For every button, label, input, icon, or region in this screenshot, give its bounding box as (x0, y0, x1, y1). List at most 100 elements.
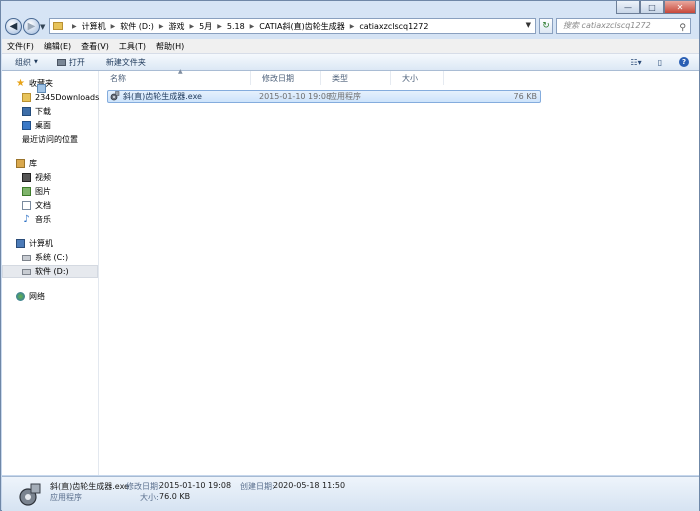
maximize-button[interactable]: □ (640, 1, 664, 14)
pictures-icon (22, 187, 31, 196)
open-button[interactable]: 打开 (45, 57, 92, 68)
organize-button[interactable]: 组织 ▼ (2, 57, 45, 68)
computer-icon (16, 239, 25, 248)
nav-item-videos[interactable]: 视频 (2, 171, 98, 184)
breadcrumb-games[interactable]: 游戏 (169, 21, 185, 32)
breadcrumb-518[interactable]: 5.18 (227, 22, 245, 31)
details-filetype: 应用程序 (50, 493, 82, 502)
gear-app-icon-large (19, 483, 41, 506)
nav-item-label: 文档 (35, 201, 51, 210)
nav-group-libraries: 库 视频 图片 文档 ♪ 音乐 (2, 157, 98, 226)
file-size: 76 KB (513, 92, 537, 101)
recent-pages-dropdown[interactable]: ▼ (40, 23, 45, 31)
details-modified-value: 2015-01-10 19:08 (159, 481, 232, 490)
nav-item-documents[interactable]: 文档 (2, 199, 98, 212)
nav-item-label: 图片 (35, 187, 51, 196)
nav-group-computer: 计算机 系统 (C:) 软件 (D:) (2, 237, 98, 278)
star-icon: ★ (16, 78, 25, 89)
nav-network[interactable]: 网络 (2, 290, 98, 303)
documents-icon (22, 201, 31, 210)
drive-icon (22, 268, 31, 275)
details-pane: 斜(直)齿轮生成器.exe 应用程序 修改日期: 2015-01-10 19:0… (2, 476, 699, 511)
preview-pane-icon: ▯ (657, 57, 663, 67)
breadcrumb-computer[interactable]: 计算机 (82, 21, 106, 32)
back-button[interactable]: ◀ (5, 18, 22, 35)
help-button[interactable]: ? (675, 56, 693, 68)
breadcrumb-catia[interactable]: CATIA斜(直)齿轮生成器 (259, 21, 344, 32)
view-controls: ☷▾ ▯ ? (621, 56, 693, 68)
details-filename: 斜(直)齿轮生成器.exe (50, 482, 129, 491)
nav-item-pictures[interactable]: 图片 (2, 185, 98, 198)
open-label: 打开 (68, 57, 85, 67)
menu-tools[interactable]: 工具(T) (114, 41, 151, 52)
breadcrumb-may[interactable]: 5月 (199, 21, 212, 32)
nav-item-label: 系统 (C:) (35, 253, 69, 262)
nav-item-2345downloads[interactable]: 2345Downloads (2, 91, 100, 104)
organize-label: 组织 (15, 57, 31, 67)
nav-item-label: 下载 (35, 107, 51, 116)
nav-computer-label: 计算机 (29, 239, 53, 248)
address-bar[interactable]: ▶ 计算机 ▶ 软件 (D:) ▶ 游戏 ▶ 5月 ▶ 5.18 ▶ CATIA… (49, 18, 536, 34)
nav-item-label: 软件 (D:) (35, 267, 69, 276)
file-type: 应用程序 (329, 92, 361, 101)
file-name-cell: 斜(直)齿轮生成器.exe (110, 90, 202, 102)
nav-libraries[interactable]: 库 (2, 157, 98, 170)
column-header-type[interactable]: 类型 (321, 71, 391, 85)
breadcrumb-separator-icon: ▶ (158, 22, 164, 30)
network-icon (16, 292, 25, 301)
nav-group-network: 网络 (2, 290, 98, 303)
open-with-icon (56, 58, 66, 66)
view-mode-button[interactable]: ☷▾ (627, 56, 645, 68)
arrow-right-icon: ▶ (27, 21, 36, 32)
nav-item-label: 桌面 (35, 121, 51, 130)
forward-button[interactable]: ▶ (23, 18, 40, 35)
breadcrumb-current[interactable]: catiaxzclscq1272 (359, 22, 428, 31)
search-placeholder: 搜索 catiaxzclscq1272 (563, 21, 651, 30)
menu-view[interactable]: 查看(V) (76, 41, 114, 52)
menu-edit[interactable]: 编辑(E) (39, 41, 76, 52)
caption-buttons: — □ ✕ (616, 1, 696, 14)
main-area: ★ 收藏夹 2345Downloads 下载 桌面 最近访问的位置 (2, 68, 699, 475)
recent-places-icon (37, 84, 46, 93)
file-row[interactable]: 斜(直)齿轮生成器.exe 2015-01-10 19:08 应用程序 76 K… (107, 90, 541, 103)
desktop-icon (22, 121, 31, 130)
search-icon: ⚲ (679, 23, 686, 33)
menu-help[interactable]: 帮助(H) (151, 41, 189, 52)
breadcrumb-separator-icon: ▶ (110, 22, 116, 30)
refresh-icon: ↻ (542, 21, 550, 31)
file-modified: 2015-01-10 19:08 (259, 92, 332, 101)
menu-bar: 文件(F) 编辑(E) 查看(V) 工具(T) 帮助(H) (2, 39, 699, 54)
nav-item-label: 视频 (35, 173, 51, 182)
nav-item-label: 最近访问的位置 (22, 135, 78, 144)
nav-item-downloads[interactable]: 下载 (2, 105, 98, 118)
music-icon: ♪ (23, 214, 30, 225)
nav-favorites[interactable]: ★ 收藏夹 (2, 77, 98, 90)
minimize-button[interactable]: — (616, 1, 640, 14)
breadcrumb-drive-d[interactable]: 软件 (D:) (120, 21, 154, 32)
command-bar: 组织 ▼ 打开 新建文件夹 ☷▾ ▯ ? (2, 54, 699, 71)
search-input[interactable]: 搜索 catiaxzclscq1272 ⚲ (556, 18, 691, 34)
folder-icon (22, 93, 31, 102)
new-folder-button[interactable]: 新建文件夹 (92, 57, 153, 68)
nav-item-label: 2345Downloads (35, 93, 100, 102)
close-button[interactable]: ✕ (664, 1, 696, 14)
nav-item-drive-c[interactable]: 系统 (C:) (2, 251, 98, 264)
nav-item-music[interactable]: ♪ 音乐 (2, 213, 98, 226)
folder-icon (53, 22, 63, 30)
nav-item-drive-d[interactable]: 软件 (D:) (2, 265, 98, 278)
column-header-name[interactable]: 名称 ▲ (99, 68, 251, 85)
column-header-size[interactable]: 大小 (391, 71, 444, 85)
nav-item-recent-places[interactable]: 最近访问的位置 (2, 84, 98, 146)
refresh-button[interactable]: ↻ (539, 18, 553, 34)
preview-pane-button[interactable]: ▯ (651, 56, 669, 68)
details-modified-label: 修改日期: (126, 482, 161, 491)
address-dropdown[interactable]: ▼ (526, 21, 531, 29)
menu-file[interactable]: 文件(F) (2, 41, 39, 52)
help-icon: ? (679, 57, 689, 67)
nav-group-favorites: ★ 收藏夹 2345Downloads 下载 桌面 最近访问的位置 (2, 77, 100, 146)
column-header-modified[interactable]: 修改日期 (251, 71, 321, 85)
nav-item-desktop[interactable]: 桌面 (2, 119, 98, 132)
explorer-window: — □ ✕ ◀ ▶ ▼ ▶ 计算机 ▶ 软件 (D:) ▶ 游戏 ▶ 5月 ▶ … (0, 0, 700, 511)
nav-computer[interactable]: 计算机 (2, 237, 98, 250)
details-size-label: 大小: (140, 493, 159, 502)
